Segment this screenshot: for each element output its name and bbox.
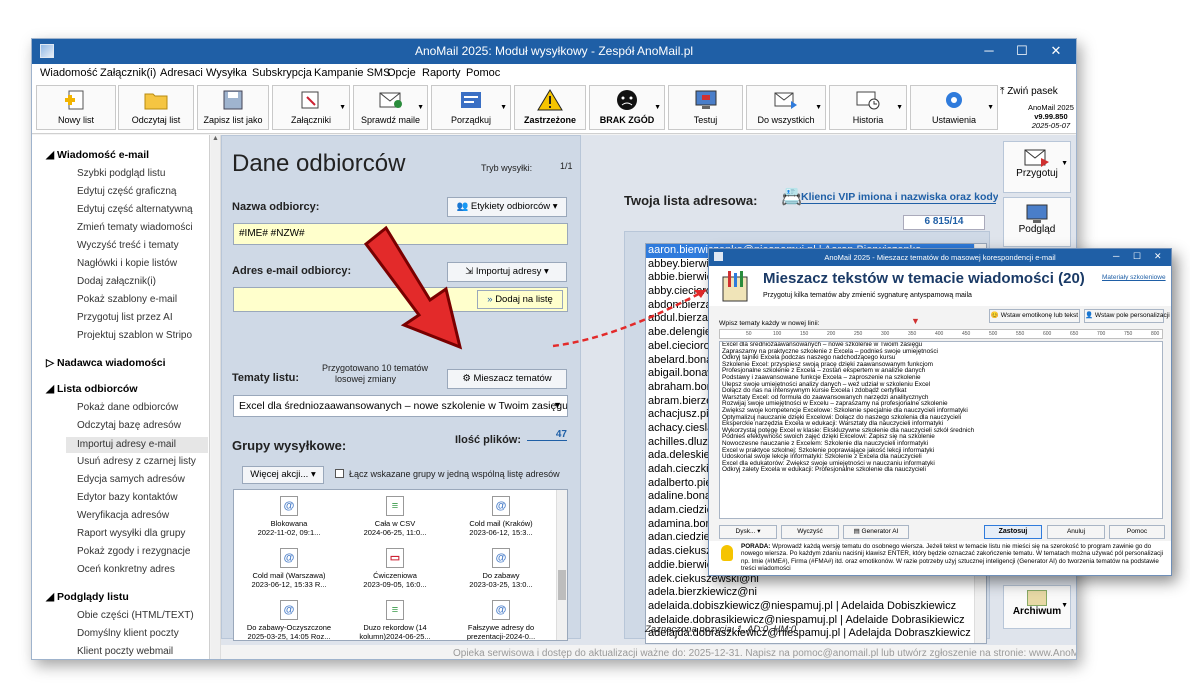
ruler-tick-label: 150 xyxy=(800,331,809,337)
tip-text: PORADA: Wprowadź każdą wersję tematu do … xyxy=(741,543,1164,572)
ruler-tick-label: 100 xyxy=(773,331,782,337)
screenshot-stage: { "main_window":{"title":"AnoMail 2025: … xyxy=(0,0,1190,691)
ruler-tick-label: 700 xyxy=(1097,331,1106,337)
dialog-heading: Mieszacz tekstów w temacie wiadomości (2… xyxy=(763,270,1085,287)
ruler-tick-label: 450 xyxy=(962,331,971,337)
ruler-tick-label: 600 xyxy=(1043,331,1052,337)
red-dashed-connector xyxy=(552,288,707,348)
close-button[interactable]: ✕ xyxy=(1154,251,1162,262)
insert-field-button[interactable]: 👤 Wstaw pole personalizacji ▾ xyxy=(1084,309,1170,323)
ai-generator-button[interactable]: ▤ Generator AI xyxy=(843,525,909,539)
training-materials-link[interactable]: Materiały szkoleniowe xyxy=(1102,274,1166,281)
clear-button[interactable]: Wyczyść xyxy=(781,525,839,539)
dialog-subheading: Przygotuj kilka tematów aby zmienić sygn… xyxy=(763,292,972,299)
ruler-tick-label: 650 xyxy=(1070,331,1079,337)
subjects-textarea[interactable]: Excel dla średniozaawansowanych – nowe s… xyxy=(719,341,1163,519)
subject-line: Odkryj zalety Excela w edukacji: Profesj… xyxy=(722,466,926,474)
ai-icon: ▤ xyxy=(853,528,862,535)
tip-box: PORADA: Wprowadź każdą wersję tematu do … xyxy=(709,541,1171,575)
mixer-icon xyxy=(722,271,748,302)
chevron-down-icon: ▾ xyxy=(757,528,761,535)
cancel-button[interactable]: Anuluj xyxy=(1047,525,1105,539)
ruler-tick-label: 800 xyxy=(1151,331,1160,337)
insert-emoticon-button[interactable]: 😊 Wstaw emotikonę lub tekst xyxy=(989,309,1080,323)
subject-mixer-dialog: AnoMail 2025 - Mieszacz tematów do masow… xyxy=(708,248,1172,576)
person-icon: 👤 xyxy=(1085,312,1095,319)
minimize-button[interactable]: ─ xyxy=(1113,251,1119,261)
ruler-tick-label: 500 xyxy=(989,331,998,337)
ruler-tick-label: 200 xyxy=(827,331,836,337)
dialog-header: Mieszacz tekstów w temacie wiadomości (2… xyxy=(709,266,1171,306)
dialog-title-bar: AnoMail 2025 - Mieszacz tematów do masow… xyxy=(709,249,1171,266)
maximize-button[interactable]: ☐ xyxy=(1133,251,1141,262)
apply-button[interactable]: Zastosuj xyxy=(984,525,1042,539)
instruction-text: Wpisz tematy każdy w nowej linii: xyxy=(719,320,820,327)
smiley-icon: 😊 xyxy=(990,312,1001,319)
ruler-marker-icon: ▼ xyxy=(911,316,920,326)
ruler-tick-label: 750 xyxy=(1124,331,1133,337)
ruler: 50 100 150 200 250 300 350 400 450 500 550 600 650 70… xyxy=(719,329,1163,339)
ruler-tick-label: 400 xyxy=(935,331,944,337)
red-arrow-icon xyxy=(363,225,463,350)
ruler-tick-label: 250 xyxy=(854,331,863,337)
lightbulb-icon xyxy=(721,545,733,561)
help-button[interactable]: Pomoc xyxy=(1109,525,1165,539)
ruler-tick-label: 50 xyxy=(746,331,752,337)
ruler-tick-label: 300 xyxy=(881,331,890,337)
disk-button[interactable]: Dysk... ▾ xyxy=(719,525,777,539)
ruler-tick-label: 550 xyxy=(1016,331,1025,337)
ruler-tick-label: 350 xyxy=(908,331,917,337)
